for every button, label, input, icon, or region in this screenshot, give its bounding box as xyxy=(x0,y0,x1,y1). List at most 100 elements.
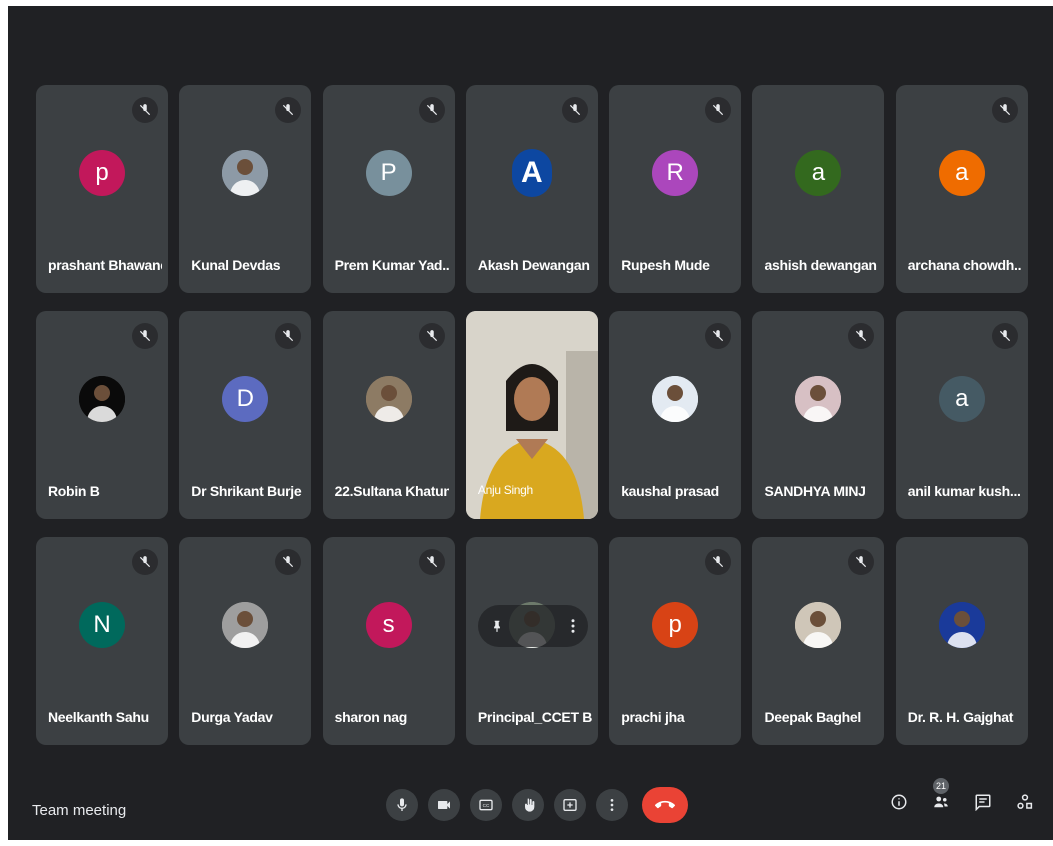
participant-tile[interactable]: D Dr Shrikant Burje xyxy=(179,311,312,519)
info-button[interactable] xyxy=(887,790,911,814)
participant-tile[interactable]: a ashish dewangan xyxy=(752,85,885,293)
participant-name: Neelkanth Sahu xyxy=(48,709,149,725)
participant-name: Principal_CCET B... xyxy=(477,709,592,725)
participant-name: ashish dewangan xyxy=(764,257,877,273)
participant-name: SANDHYA MINJ xyxy=(764,483,866,499)
mic-off-icon xyxy=(999,104,1010,116)
end-call-button[interactable] xyxy=(642,787,688,823)
participant-tile[interactable]: Kunal Devdas xyxy=(179,85,312,293)
participant-name: Anju Singh xyxy=(477,483,533,497)
participant-avatar: D xyxy=(222,376,269,422)
participant-avatar xyxy=(222,150,269,196)
people-button[interactable]: 21 xyxy=(929,778,953,814)
participant-tile[interactable]: a anil kumar kush... xyxy=(895,311,1028,519)
muted-indicator xyxy=(418,97,445,123)
muted-indicator xyxy=(132,97,158,123)
mic-off-icon xyxy=(139,556,151,568)
participant-name: Durga Yadav xyxy=(191,709,273,725)
participant-name: Robin B xyxy=(48,483,100,499)
muted-indicator xyxy=(561,97,588,123)
muted-indicator xyxy=(848,549,875,575)
participant-avatar xyxy=(938,602,985,648)
participant-avatar xyxy=(222,602,269,648)
mic-off-icon xyxy=(283,330,294,342)
participant-name: Akash Dewangan xyxy=(477,257,590,273)
participant-avatar xyxy=(795,376,842,422)
people-icon xyxy=(934,796,948,808)
mic-off-icon xyxy=(856,556,867,568)
muted-indicator xyxy=(705,97,732,123)
participant-tile[interactable]: Robin B xyxy=(36,311,168,519)
muted-indicator xyxy=(132,323,158,349)
mic-off-icon xyxy=(569,104,580,116)
participant-tile[interactable]: Durga Yadav xyxy=(179,537,312,745)
participant-tile[interactable]: Dr. R. H. Gajghat xyxy=(895,537,1028,745)
participant-tile[interactable]: 22.Sultana Khatun xyxy=(322,311,455,519)
raise-hand-button[interactable] xyxy=(512,789,544,821)
mic-off-icon xyxy=(139,330,151,342)
muted-indicator xyxy=(132,549,158,575)
participant-tile[interactable]: Deepak Baghel xyxy=(752,537,885,745)
participant-tile[interactable]: R Rupesh Mude xyxy=(609,85,742,293)
mic-off-icon xyxy=(713,330,724,342)
mic-off-icon xyxy=(713,104,724,116)
activities-button[interactable] xyxy=(1013,790,1037,814)
participant-avatar: R xyxy=(652,150,699,196)
participant-tile[interactable]: P Prem Kumar Yad... xyxy=(322,85,455,293)
participant-name: Rupesh Mude xyxy=(621,257,710,273)
participant-name: archana chowdh... xyxy=(907,257,1022,273)
camera-button[interactable] xyxy=(428,789,460,821)
participant-avatar xyxy=(365,376,412,422)
svg-text:CC: CC xyxy=(483,803,490,808)
participant-tile[interactable]: a archana chowdh... xyxy=(895,85,1028,293)
participant-tile[interactable]: A Akash Dewangan xyxy=(465,85,598,293)
participant-tile[interactable]: N Neelkanth Sahu xyxy=(36,537,168,745)
participant-count-badge: 21 xyxy=(933,778,949,794)
participant-avatar: N xyxy=(79,602,125,648)
captions-button[interactable]: CC xyxy=(470,789,502,821)
mic-off-icon xyxy=(426,556,437,568)
participant-tile[interactable]: p prachi jha xyxy=(609,537,742,745)
participant-tile[interactable]: s sharon nag xyxy=(322,537,455,745)
pin-icon[interactable] xyxy=(490,617,504,635)
more-options-icon[interactable] xyxy=(570,617,576,635)
participant-grid: p prashant Bhawane Kunal Devdas P Prem Kumar… xyxy=(36,85,1028,745)
participant-name: sharon nag xyxy=(334,709,408,725)
participant-name: 22.Sultana Khatun xyxy=(334,483,449,499)
participant-tile[interactable]: p prashant Bhawane xyxy=(36,85,168,293)
mic-button[interactable] xyxy=(386,789,418,821)
present-button[interactable] xyxy=(554,789,586,821)
mic-off-icon xyxy=(283,556,294,568)
activities-icon xyxy=(1017,794,1033,809)
muted-indicator xyxy=(848,323,875,349)
participant-tile[interactable]: Principal_CCET B... xyxy=(465,537,598,745)
bottom-toolbar: Team meeting CC 21 xyxy=(8,766,1053,840)
participant-avatar xyxy=(79,376,125,422)
mic-off-icon xyxy=(856,330,867,342)
mic-off-icon xyxy=(999,330,1010,342)
present-icon xyxy=(563,799,577,811)
meeting-title: Team meeting xyxy=(32,802,127,819)
raise-hand-icon xyxy=(525,798,535,812)
participant-name: Kunal Devdas xyxy=(191,257,281,273)
participant-avatar xyxy=(795,602,842,648)
muted-indicator xyxy=(705,549,732,575)
participant-tile[interactable]: Anju Singh xyxy=(465,311,598,519)
camera-icon xyxy=(438,801,450,809)
chat-button[interactable] xyxy=(971,790,995,814)
mic-off-icon xyxy=(139,104,151,116)
muted-indicator xyxy=(418,323,445,349)
muted-indicator xyxy=(275,97,302,123)
participant-avatar: a xyxy=(938,150,985,196)
participant-name: Deepak Baghel xyxy=(764,709,861,725)
participant-tile[interactable]: SANDHYA MINJ xyxy=(752,311,885,519)
participant-avatar: p xyxy=(79,150,125,196)
participant-avatar: p xyxy=(652,602,699,648)
participant-name: Prem Kumar Yad... xyxy=(334,257,449,273)
more-options-button[interactable] xyxy=(596,789,628,821)
participant-tile[interactable]: kaushal prasad xyxy=(609,311,742,519)
muted-indicator xyxy=(275,323,302,349)
side-controls: 21 xyxy=(887,778,1037,814)
mic-off-icon xyxy=(426,330,437,342)
participant-name: kaushal prasad xyxy=(621,483,719,499)
